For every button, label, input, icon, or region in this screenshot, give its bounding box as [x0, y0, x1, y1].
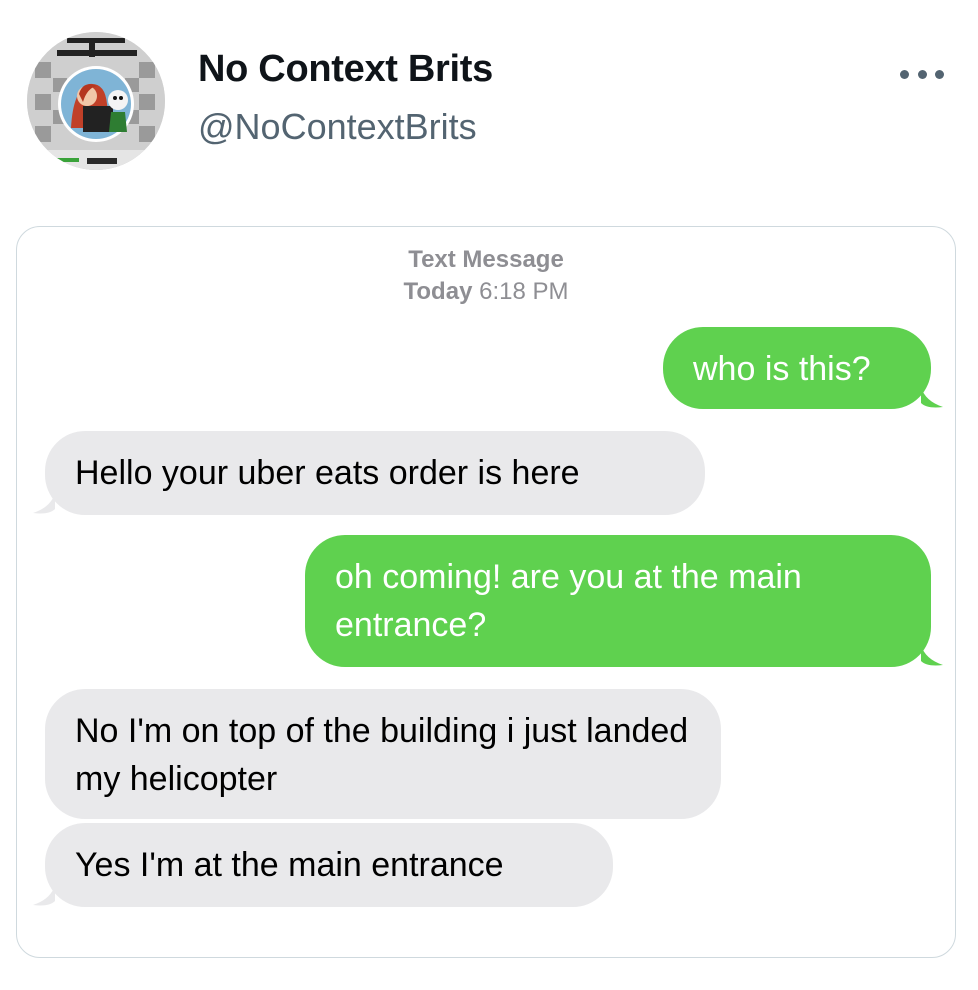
- sent-bubble-tail: [921, 645, 943, 666]
- more-dot: [900, 69, 909, 79]
- message-header-time: 6:18 PM: [479, 278, 569, 305]
- received-message-bubble: Hello your uber eats order is here: [45, 431, 705, 515]
- message-text: Hello your uber eats order is here: [75, 454, 580, 492]
- tweet-media-card[interactable]: Text Message Today 6:18 PM who is this? …: [16, 226, 956, 958]
- sent-message-bubble: who is this?: [663, 327, 931, 409]
- profile-picture-icon: [27, 32, 165, 170]
- message-text: No I'm on top of the building i just lan…: [75, 712, 689, 798]
- message-header-day: Today: [403, 278, 473, 305]
- more-options-icon[interactable]: [900, 66, 944, 82]
- message-text: who is this?: [693, 350, 871, 388]
- received-message-bubble: Yes I'm at the main entrance: [45, 823, 613, 907]
- avatar[interactable]: [27, 32, 165, 170]
- message-text: Yes I'm at the main entrance: [75, 846, 504, 884]
- message-text: oh coming! are you at the main entrance?: [335, 558, 802, 644]
- author-handle[interactable]: @NoContextBrits: [198, 106, 477, 148]
- sent-message-bubble: oh coming! are you at the main entrance?: [305, 535, 931, 667]
- message-header-timestamp: Today 6:18 PM: [17, 277, 955, 307]
- message-header-title: Text Message: [408, 246, 564, 273]
- more-dot: [917, 69, 927, 79]
- received-bubble-tail: [33, 493, 55, 514]
- author-name[interactable]: No Context Brits: [198, 48, 493, 91]
- received-bubble-tail: [33, 885, 55, 906]
- received-message-bubble: No I'm on top of the building i just lan…: [45, 689, 721, 819]
- more-dot: [935, 69, 944, 79]
- sent-bubble-tail: [921, 387, 943, 408]
